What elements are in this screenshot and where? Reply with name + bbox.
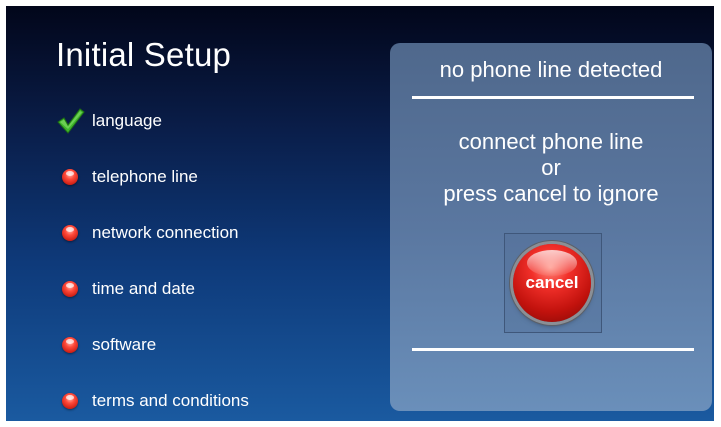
- message-line-2: or: [541, 155, 561, 180]
- step-language: language: [52, 106, 162, 136]
- setup-screen: Initial Setup language telephone line ne…: [6, 6, 714, 421]
- panel-message: connect phone line or press cancel to ig…: [390, 129, 712, 207]
- red-dot-icon: [52, 330, 88, 360]
- step-telephone-line: telephone line: [52, 162, 198, 192]
- red-dot-icon: [52, 274, 88, 304]
- bottom-divider: [412, 348, 694, 351]
- status-panel: no phone line detected connect phone lin…: [390, 43, 712, 411]
- red-dot-icon: [52, 162, 88, 192]
- step-network-connection: network connection: [52, 218, 238, 248]
- message-line-1: connect phone line: [458, 129, 644, 154]
- step-label: telephone line: [92, 167, 198, 186]
- message-line-3: press cancel to ignore: [443, 181, 659, 206]
- panel-heading: no phone line detected: [439, 57, 663, 82]
- step-label: time and date: [92, 279, 196, 298]
- cancel-button-frame: cancel: [504, 233, 602, 333]
- cancel-button[interactable]: cancel: [513, 244, 591, 322]
- checkmark-icon: [52, 106, 88, 136]
- cancel-button-label: cancel: [525, 273, 579, 292]
- step-label: language: [92, 111, 162, 130]
- step-label: software: [92, 335, 157, 354]
- step-terms-and-conditions: terms and conditions: [52, 386, 249, 416]
- top-divider: [412, 96, 694, 99]
- step-software: software: [52, 330, 156, 360]
- step-label: terms and conditions: [92, 391, 249, 410]
- step-time-and-date: time and date: [52, 274, 195, 304]
- step-label: network connection: [92, 223, 239, 242]
- red-dot-icon: [52, 218, 88, 248]
- page-title: Initial Setup: [56, 36, 232, 73]
- red-dot-icon: [52, 386, 88, 416]
